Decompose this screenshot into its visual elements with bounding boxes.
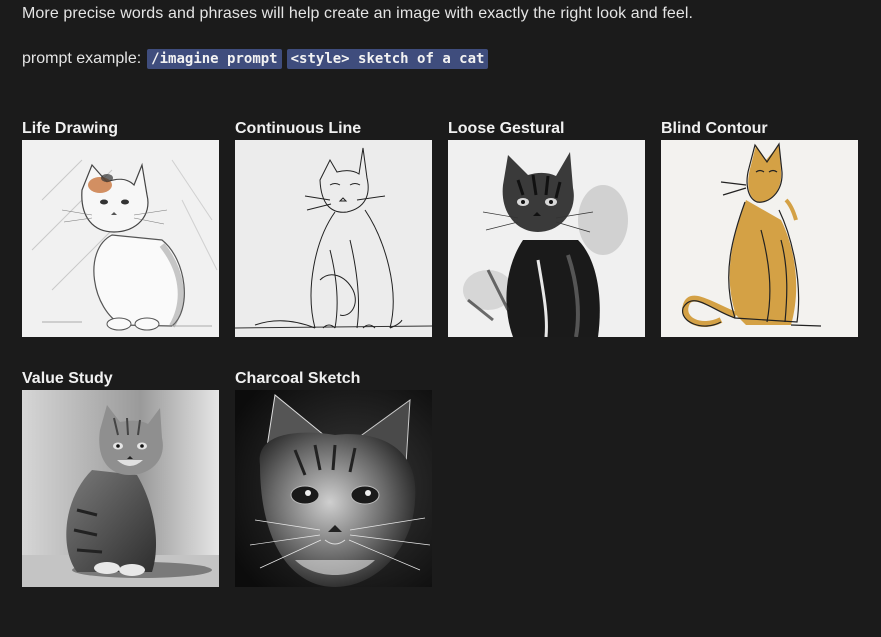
style-card-continuous-line: Continuous Line bbox=[235, 118, 432, 337]
style-title: Loose Gestural bbox=[448, 120, 565, 137]
style-card-charcoal-sketch: Charcoal Sketch bbox=[235, 368, 432, 587]
prompt-command-code: /imagine prompt bbox=[147, 49, 282, 69]
cat-value-study-image bbox=[22, 390, 219, 587]
style-title: Value Study bbox=[22, 370, 113, 387]
prompt-example-label: prompt example: bbox=[22, 50, 142, 67]
style-title: Blind Contour bbox=[661, 120, 768, 137]
style-card-life-drawing: Life Drawing bbox=[22, 118, 219, 337]
cat-blind-contour-image bbox=[661, 140, 858, 337]
style-title: Life Drawing bbox=[22, 120, 119, 137]
prompt-example: prompt example: /imagine prompt <style> … bbox=[22, 49, 493, 69]
cat-loose-gestural-image bbox=[448, 140, 645, 337]
prompt-template-code: <style> sketch of a cat bbox=[286, 49, 489, 69]
cat-life-drawing-image bbox=[22, 140, 219, 337]
intro-text: More precise words and phrases will help… bbox=[22, 5, 694, 22]
style-title: Continuous Line bbox=[235, 120, 362, 137]
style-card-value-study: Value Study bbox=[22, 368, 219, 587]
cat-charcoal-sketch-image bbox=[235, 390, 432, 587]
style-card-blind-contour: Blind Contour bbox=[661, 118, 858, 337]
style-title: Charcoal Sketch bbox=[235, 370, 361, 387]
style-card-loose-gestural: Loose Gestural bbox=[448, 118, 645, 337]
cat-continuous-line-image bbox=[235, 140, 432, 337]
